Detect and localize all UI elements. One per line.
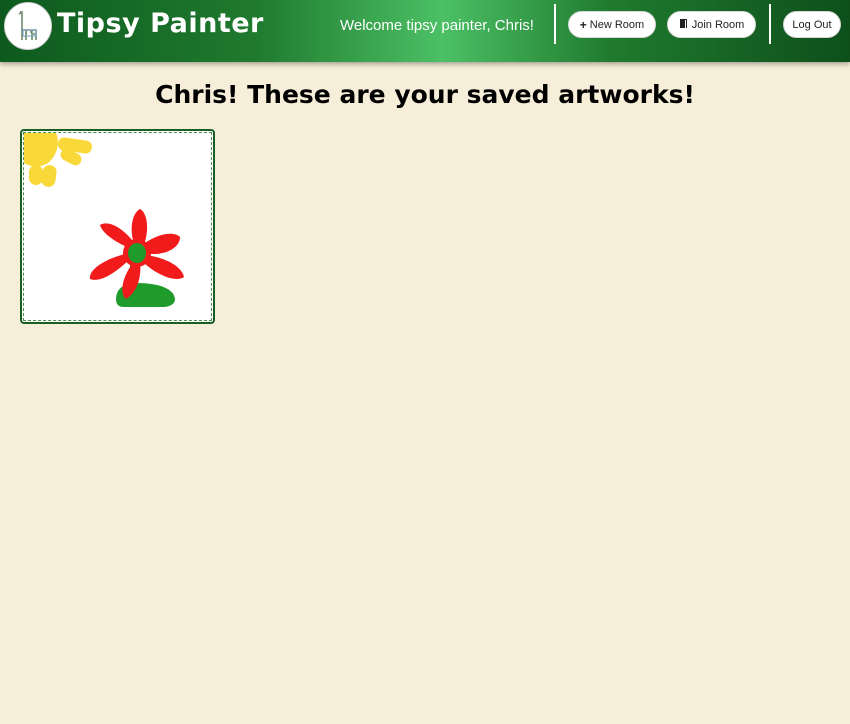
plus-icon: + [579, 17, 587, 32]
nav-divider [769, 4, 771, 44]
flower-with-sun-drawing [24, 133, 184, 307]
logout-label: Log Out [792, 18, 832, 31]
artwork-card[interactable] [20, 129, 215, 324]
artwork-canvas [23, 132, 212, 321]
join-room-button[interactable]: Join Room [667, 11, 756, 38]
brand-title[interactable]: Tipsy Painter [57, 8, 264, 39]
door-icon [679, 18, 689, 31]
logo[interactable] [4, 2, 52, 50]
new-room-label: New Room [589, 18, 645, 31]
logout-button[interactable]: Log Out [783, 11, 841, 38]
giraffe-logo-icon [18, 11, 37, 40]
welcome-message: Welcome tipsy painter, Chris! [340, 17, 534, 34]
nav-divider [554, 4, 556, 44]
page-title: Chris! These are your saved artworks! [155, 80, 695, 109]
new-room-button[interactable]: + New Room [568, 11, 656, 38]
navbar: Tipsy Painter Welcome tipsy painter, Chr… [0, 0, 850, 62]
join-room-label: Join Room [691, 18, 745, 31]
